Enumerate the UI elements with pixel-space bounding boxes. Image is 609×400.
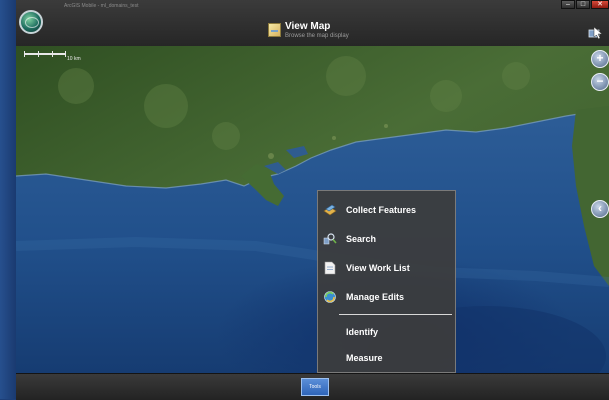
scale-label: 10 km bbox=[67, 56, 81, 62]
tools-button[interactable]: Tools bbox=[301, 378, 329, 396]
menu-item-measure[interactable]: Measure bbox=[318, 346, 455, 370]
menu-item-label: Manage Edits bbox=[346, 292, 405, 302]
menu-divider bbox=[339, 314, 452, 315]
menu-item-view-work-list[interactable]: View Work List bbox=[318, 256, 455, 280]
app-window: ArcGIS Mobile - ml_domains_test – □ ✕ Vi… bbox=[16, 0, 609, 400]
tools-menu: Collect Features Search View Work List M… bbox=[317, 190, 456, 373]
page-subtitle: Browse the map display bbox=[285, 33, 349, 39]
map-side-button[interactable]: ‹ bbox=[591, 200, 609, 218]
map-imagery bbox=[16, 46, 609, 373]
menu-item-label: Identify bbox=[346, 327, 379, 337]
window-controls: – □ ✕ bbox=[560, 0, 609, 11]
zoom-in-button[interactable]: + bbox=[591, 50, 609, 68]
pan-tool-icon[interactable] bbox=[588, 26, 604, 40]
map-display[interactable]: 10 km + − ‹ bbox=[16, 46, 609, 373]
search-icon bbox=[323, 233, 337, 245]
close-button[interactable]: ✕ bbox=[591, 0, 609, 9]
window-title: ArcGIS Mobile - ml_domains_test bbox=[64, 3, 139, 9]
menu-item-label: Collect Features bbox=[346, 205, 417, 215]
maximize-button[interactable]: □ bbox=[576, 0, 590, 9]
menu-item-label: Measure bbox=[346, 353, 383, 363]
menu-item-label: Search bbox=[346, 234, 377, 244]
map-icon bbox=[268, 23, 281, 37]
menu-item-label: View Work List bbox=[346, 263, 410, 273]
menu-item-manage-edits[interactable]: Manage Edits bbox=[318, 285, 455, 309]
header-bar: ArcGIS Mobile - ml_domains_test – □ ✕ Vi… bbox=[16, 0, 609, 47]
zoom-out-button[interactable]: − bbox=[591, 73, 609, 91]
scale-bar: 10 km bbox=[24, 51, 82, 65]
app-logo-icon[interactable] bbox=[19, 10, 43, 34]
work-list-icon bbox=[324, 261, 336, 275]
page-title: View Map bbox=[285, 21, 331, 32]
menu-item-search[interactable]: Search bbox=[318, 227, 455, 251]
collect-features-icon bbox=[323, 204, 337, 216]
bottom-toolbar: Tools bbox=[16, 373, 609, 400]
desktop-background-left bbox=[0, 0, 16, 399]
menu-item-identify[interactable]: Identify bbox=[318, 320, 455, 344]
menu-item-collect-features[interactable]: Collect Features bbox=[318, 198, 455, 222]
minimize-button[interactable]: – bbox=[561, 0, 575, 9]
manage-edits-icon bbox=[324, 291, 336, 303]
